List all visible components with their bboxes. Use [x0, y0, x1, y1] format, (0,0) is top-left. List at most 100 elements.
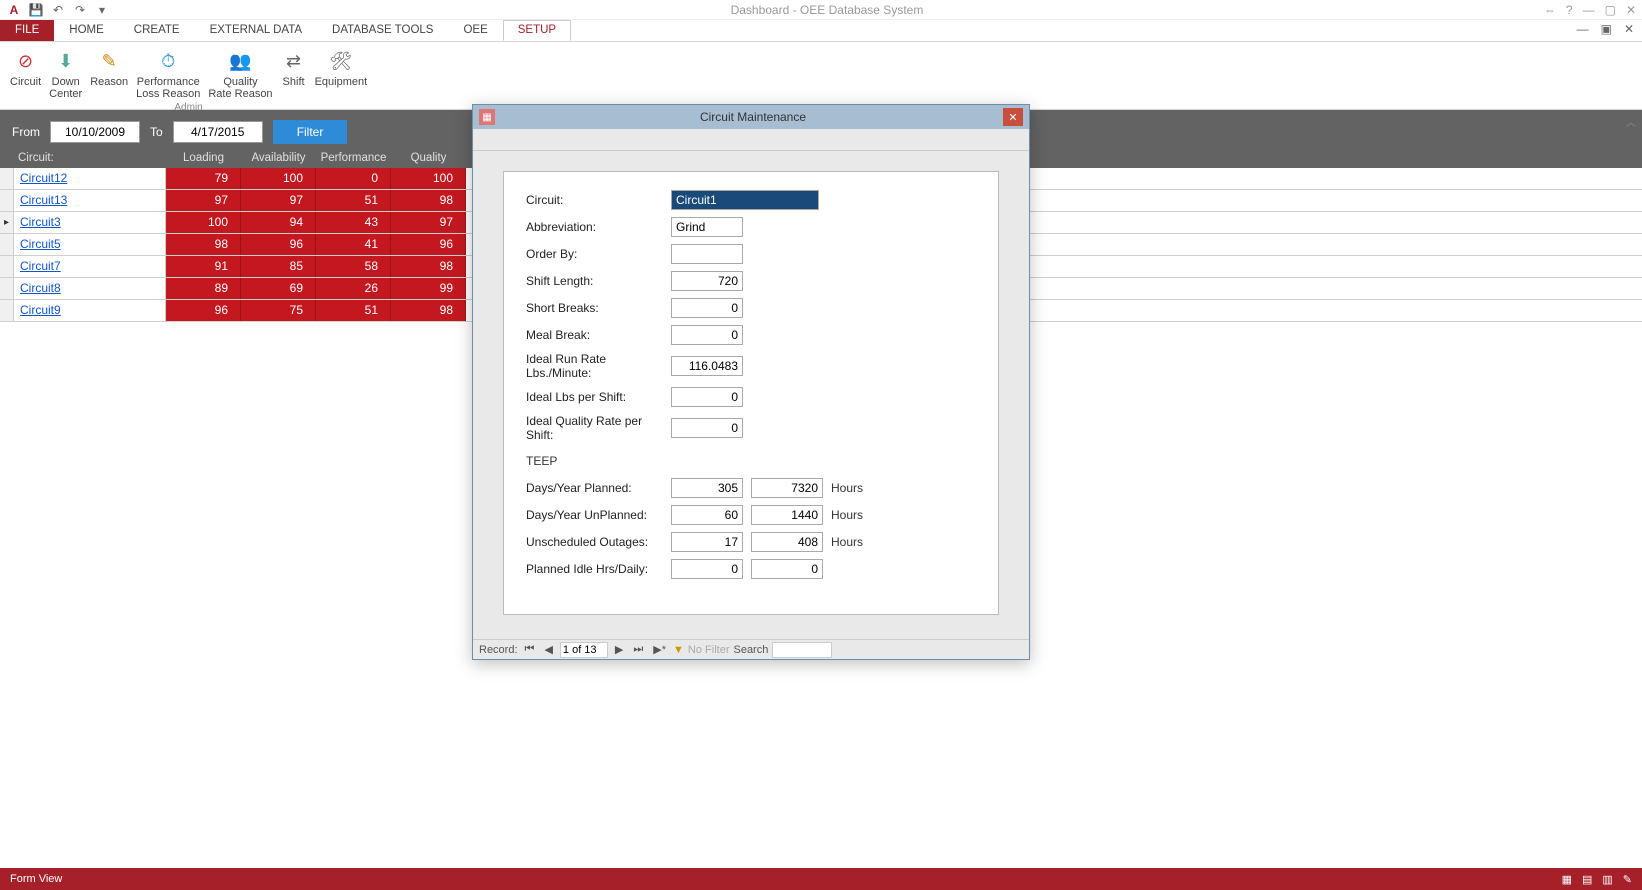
doc-close-icon[interactable]: ✕	[1624, 22, 1634, 36]
circuit-label: Circuit:	[526, 193, 671, 207]
no-filter-label: No Filter	[688, 644, 730, 656]
row-selector[interactable]: ▸	[0, 212, 14, 233]
doc-minimize-icon[interactable]: —	[1577, 22, 1589, 36]
quality-icon: 👥	[227, 48, 253, 74]
new-record-icon[interactable]: ▶*	[650, 643, 669, 656]
metric-cell: 96	[391, 234, 466, 255]
metric-cell: 94	[241, 212, 316, 233]
metric-cell: 96	[166, 300, 241, 321]
shift-button[interactable]: ⇄Shift	[277, 46, 311, 102]
days-year-planned-hours-input[interactable]	[751, 478, 823, 498]
shift-length-input[interactable]	[671, 271, 743, 291]
planned-idle-hrs-input[interactable]	[671, 559, 743, 579]
quality-rate-reason-button[interactable]: 👥Quality Rate Reason	[204, 46, 276, 102]
design-view-icon[interactable]: ✎	[1623, 873, 1632, 886]
equipment-button[interactable]: 🛠Equipment	[311, 46, 372, 102]
last-record-icon[interactable]: ⏭	[630, 643, 646, 656]
hours-label: Hours	[831, 481, 863, 495]
datasheet-view-icon[interactable]: ▤	[1582, 873, 1592, 886]
hours-label: Hours	[831, 508, 863, 522]
circuit-input[interactable]	[671, 190, 819, 210]
row-selector[interactable]	[0, 168, 14, 189]
performance-loss-reason-button[interactable]: ⏱Performance Loss Reason	[132, 46, 204, 102]
layout-view-icon[interactable]: ▥	[1602, 873, 1612, 886]
ideal-lbs-input[interactable]	[671, 387, 743, 407]
ribbon-body: ⊘Circuit ⬇Down Center ✎Reason ⏱Performan…	[0, 42, 1642, 110]
row-selector[interactable]	[0, 300, 14, 321]
undo-icon[interactable]: ↶	[50, 2, 66, 18]
next-record-icon[interactable]: ▶	[612, 643, 626, 656]
circuit-link[interactable]: Circuit3	[14, 212, 166, 233]
from-label: From	[12, 125, 40, 139]
tab-external-data[interactable]: EXTERNAL DATA	[195, 20, 317, 41]
row-selector[interactable]	[0, 234, 14, 255]
circuit-icon: ⊘	[13, 48, 39, 74]
days-year-unplanned-hours-input[interactable]	[751, 505, 823, 525]
ideal-quality-rate-input[interactable]	[671, 418, 743, 438]
reason-icon: ✎	[96, 48, 122, 74]
metric-cell: 97	[241, 190, 316, 211]
prev-record-icon[interactable]: ◀	[541, 643, 555, 656]
tab-database-tools[interactable]: DATABASE TOOLS	[317, 20, 448, 41]
dialog-close-button[interactable]: ✕	[1003, 108, 1023, 126]
order-by-label: Order By:	[526, 247, 671, 261]
record-position-input[interactable]	[560, 642, 608, 658]
unscheduled-outages-input[interactable]	[671, 532, 743, 552]
col-performance: Performance	[316, 152, 391, 164]
circuit-link[interactable]: Circuit5	[14, 234, 166, 255]
row-selector[interactable]	[0, 278, 14, 299]
help-icon[interactable]: ?	[1566, 3, 1573, 17]
ribbon-options-icon[interactable]: ⇔	[1544, 3, 1556, 17]
first-record-icon[interactable]: ⏮	[522, 643, 538, 656]
metric-cell: 100	[166, 212, 241, 233]
down-center-button[interactable]: ⬇Down Center	[45, 46, 86, 102]
circuit-link[interactable]: Circuit13	[14, 190, 166, 211]
dialog-toolbar	[473, 129, 1029, 151]
to-date-input[interactable]	[173, 121, 263, 143]
days-year-unplanned-input[interactable]	[671, 505, 743, 525]
form-view-icon[interactable]: ▦	[1562, 873, 1572, 886]
save-icon[interactable]: 💾	[28, 2, 44, 18]
metric-cell: 98	[391, 190, 466, 211]
filter-icon[interactable]: ▼	[673, 644, 684, 656]
doc-restore-icon[interactable]: ▣	[1601, 22, 1612, 36]
search-input[interactable]	[772, 642, 832, 658]
maximize-icon[interactable]: ▢	[1605, 3, 1616, 17]
circuit-link[interactable]: Circuit12	[14, 168, 166, 189]
unscheduled-outages-label: Unscheduled Outages:	[526, 535, 671, 549]
reason-button[interactable]: ✎Reason	[86, 46, 132, 102]
minimize-icon[interactable]: —	[1583, 3, 1595, 17]
order-by-input[interactable]	[671, 244, 743, 264]
circuit-link[interactable]: Circuit9	[14, 300, 166, 321]
short-breaks-input[interactable]	[671, 298, 743, 318]
close-icon[interactable]: ✕	[1626, 3, 1636, 17]
tab-home[interactable]: HOME	[54, 20, 119, 41]
planned-idle-hrs2-input[interactable]	[751, 559, 823, 579]
metric-cell: 97	[166, 190, 241, 211]
days-year-planned-input[interactable]	[671, 478, 743, 498]
ribbon-group-admin: ⊘Circuit ⬇Down Center ✎Reason ⏱Performan…	[2, 46, 375, 109]
tab-create[interactable]: CREATE	[119, 20, 195, 41]
redo-icon[interactable]: ↷	[72, 2, 88, 18]
row-selector[interactable]	[0, 256, 14, 277]
tab-file[interactable]: FILE	[0, 20, 54, 41]
tab-oee[interactable]: OEE	[448, 20, 502, 41]
row-selector[interactable]	[0, 190, 14, 211]
abbreviation-input[interactable]	[671, 217, 743, 237]
ideal-run-rate-input[interactable]	[671, 356, 743, 376]
metric-cell: 79	[166, 168, 241, 189]
from-date-input[interactable]	[50, 121, 140, 143]
circuit-link[interactable]: Circuit8	[14, 278, 166, 299]
filter-button[interactable]: Filter	[273, 120, 348, 144]
unscheduled-outages-hours-input[interactable]	[751, 532, 823, 552]
circuit-link[interactable]: Circuit7	[14, 256, 166, 277]
qat-dropdown-icon[interactable]: ▾	[94, 2, 110, 18]
form-panel: Circuit: Abbreviation: Order By: Shift L…	[503, 171, 999, 615]
tab-setup[interactable]: SETUP	[503, 20, 571, 41]
circuit-button[interactable]: ⊘Circuit	[6, 46, 45, 102]
metric-cell: 97	[391, 212, 466, 233]
meal-break-label: Meal Break:	[526, 328, 671, 342]
meal-break-input[interactable]	[671, 325, 743, 345]
ideal-run-rate-label: Ideal Run Rate Lbs./Minute:	[526, 352, 671, 380]
collapse-ribbon-icon[interactable]: ︿	[1626, 114, 1636, 129]
